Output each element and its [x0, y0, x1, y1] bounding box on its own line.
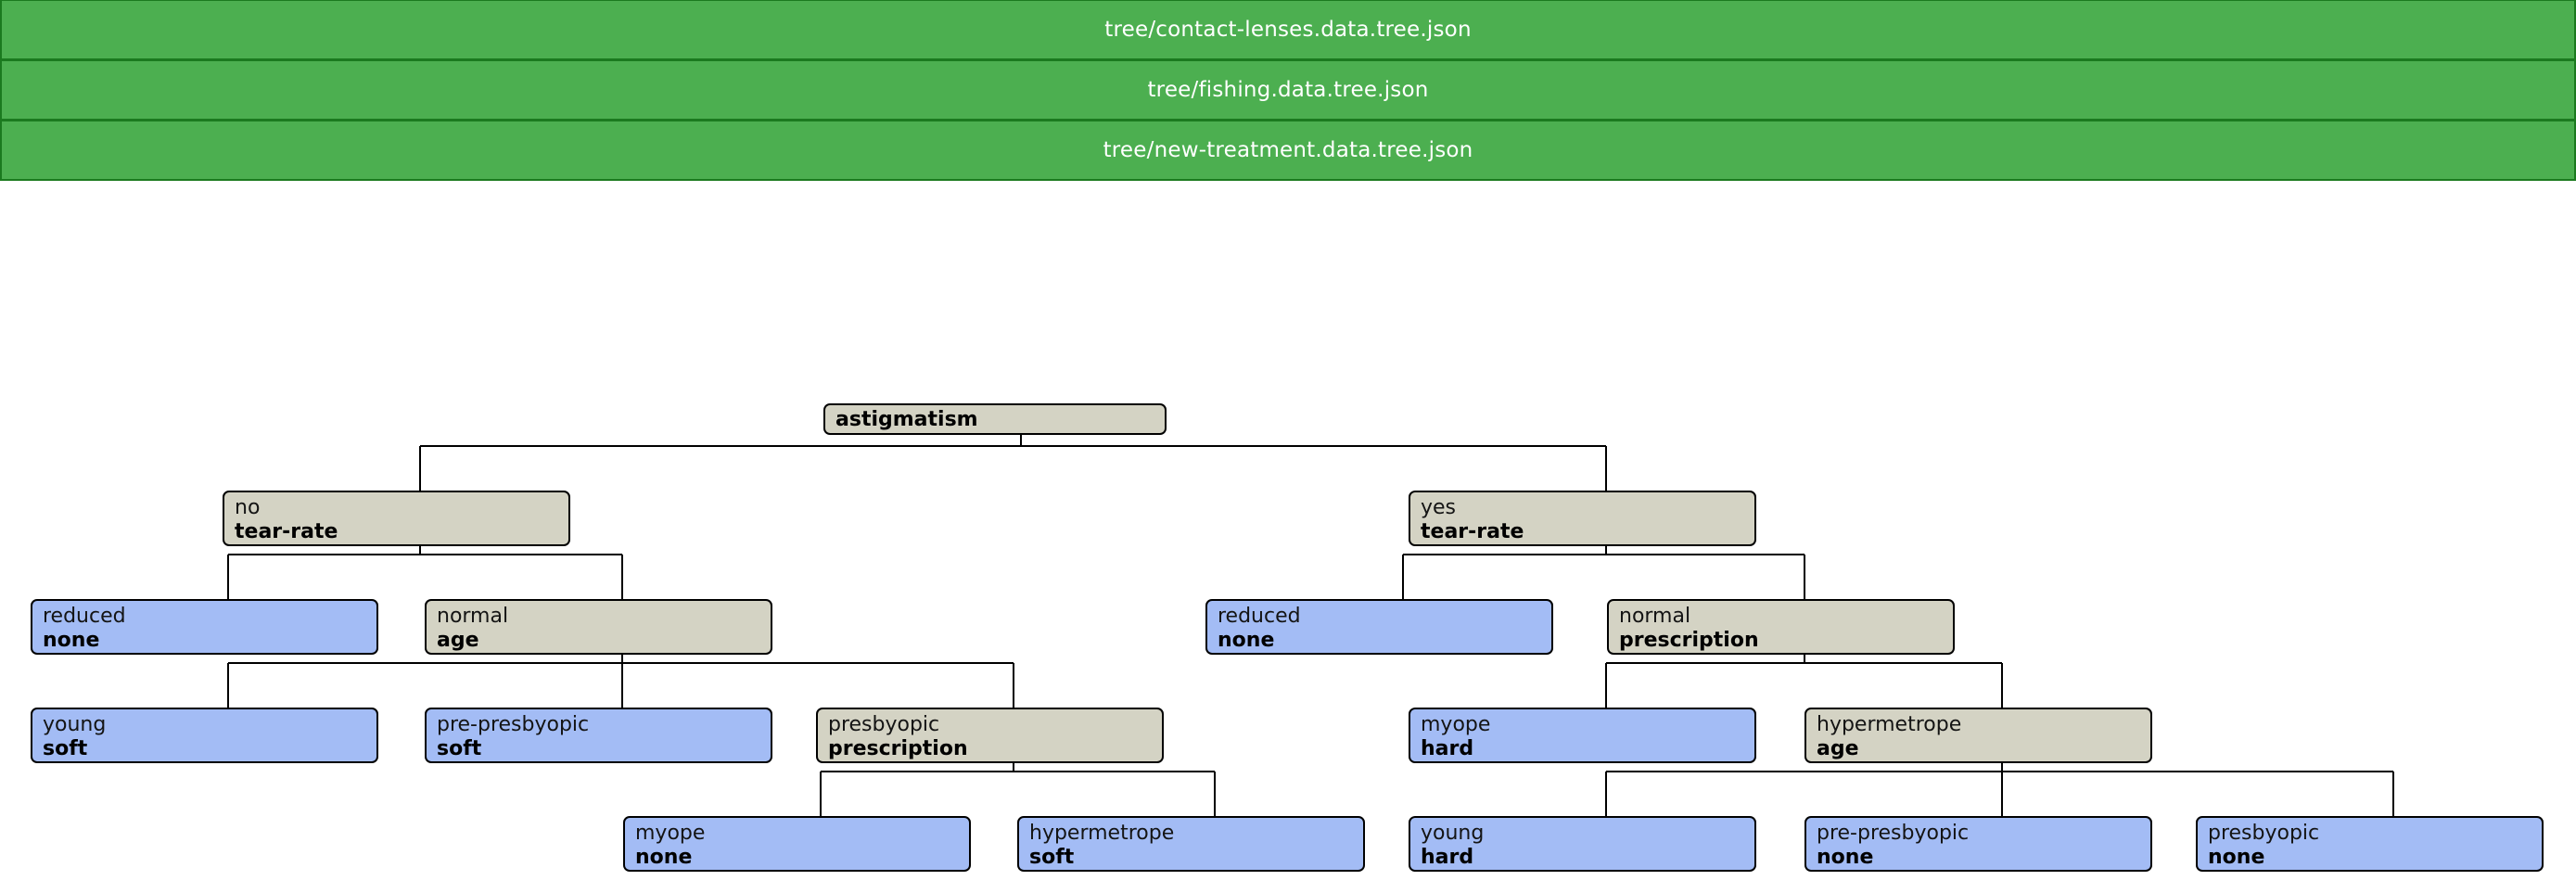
tree-node[interactable]: myope none — [623, 816, 971, 872]
tree-node[interactable]: myope hard — [1409, 708, 1756, 763]
tree-node-attribute-label: hard — [1421, 846, 1474, 869]
tree-node-attribute-label: none — [2208, 846, 2265, 869]
tree-node-attribute-label: age — [1817, 737, 1859, 760]
tree-node-edge-label: pre-presbyopic — [437, 713, 590, 736]
tree-node-attribute-label: soft — [437, 737, 482, 760]
tree-node-edge-label: normal — [1619, 605, 1691, 628]
tree-node-attribute-label: soft — [43, 737, 88, 760]
tree-node[interactable]: reduced none — [1205, 599, 1553, 655]
tree-node-edge-label: young — [1421, 822, 1485, 845]
tree-node-attribute-label: none — [635, 846, 693, 869]
tree-node-edge-label: hypermetrope — [1817, 713, 1962, 736]
tree-node[interactable]: normal age — [425, 599, 772, 655]
tree-node-attribute-label: none — [43, 629, 100, 652]
tree-node-attribute-label: prescription — [828, 737, 968, 760]
tree-node[interactable]: no tear-rate — [223, 491, 570, 546]
tree-node-attribute-label: none — [1218, 629, 1275, 652]
tree-node-edge-label: young — [43, 713, 107, 736]
tree-node[interactable]: reduced none — [31, 599, 378, 655]
tree-node-edge-label: pre-presbyopic — [1817, 822, 1970, 845]
tree-node-edge-label: normal — [437, 605, 509, 628]
tree-node[interactable]: young hard — [1409, 816, 1756, 872]
tree-node-edge-label: hypermetrope — [1029, 822, 1175, 845]
tree-node[interactable]: astigmatism — [823, 403, 1167, 435]
tree-node-attribute-label: none — [1817, 846, 1874, 869]
tree-node-attribute-label: tear-rate — [1421, 520, 1524, 543]
tree-node-attribute-label: age — [437, 629, 479, 652]
tree-node-attribute-label: soft — [1029, 846, 1075, 869]
tree-node-edge-label: presbyopic — [828, 713, 940, 736]
tree-node[interactable]: young soft — [31, 708, 378, 763]
tree-node[interactable]: hypermetrope soft — [1017, 816, 1365, 872]
tree-node[interactable]: hypermetrope age — [1804, 708, 2152, 763]
tree-node[interactable]: pre-presbyopic none — [1804, 816, 2152, 872]
tree-node-edge-label: reduced — [43, 605, 126, 628]
tree-node-attribute-label: prescription — [1619, 629, 1759, 652]
tree-node-attribute-label: astigmatism — [835, 408, 978, 431]
tree-node[interactable]: normal prescription — [1607, 599, 1955, 655]
tree-node-attribute-label: tear-rate — [235, 520, 338, 543]
tree-node[interactable]: presbyopic none — [2196, 816, 2544, 872]
tree-node[interactable]: pre-presbyopic soft — [425, 708, 772, 763]
decision-tree: astigmatism no tear-rate yes tear-rate reduce… — [0, 0, 2576, 893]
tree-node-edge-label: myope — [1421, 713, 1491, 736]
tree-node-attribute-label: hard — [1421, 737, 1474, 760]
tree-node[interactable]: yes tear-rate — [1409, 491, 1756, 546]
tree-node[interactable]: presbyopic prescription — [816, 708, 1164, 763]
tree-node-edge-label: yes — [1421, 496, 1457, 519]
tree-node-edge-label: presbyopic — [2208, 822, 2320, 845]
tree-node-edge-label: no — [235, 496, 261, 519]
tree-node-edge-label: reduced — [1218, 605, 1301, 628]
tree-node-edge-label: myope — [635, 822, 706, 845]
